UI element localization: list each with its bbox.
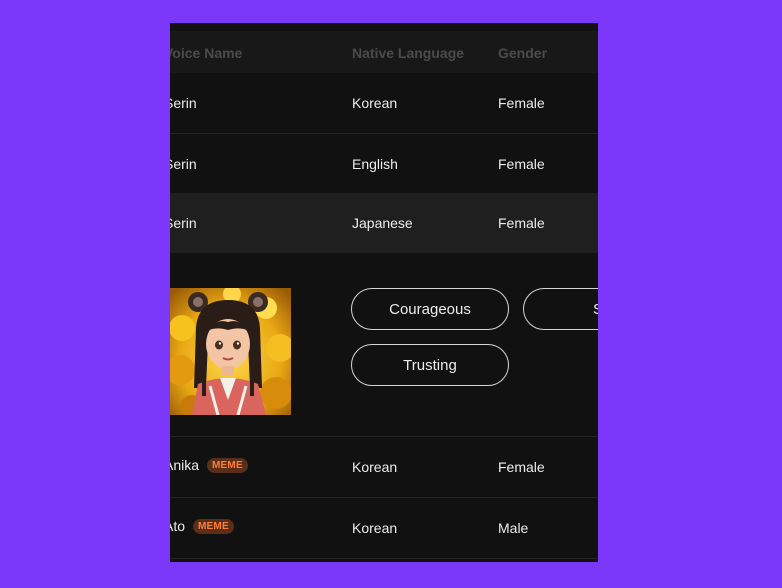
trait-tag-trusting[interactable]: Trusting: [351, 344, 509, 386]
voice-name: Ato: [170, 518, 186, 534]
table-row[interactable]: Serin English Female: [170, 134, 598, 194]
column-header-native-language[interactable]: Native Language: [352, 45, 464, 61]
column-header-voice-name[interactable]: Voice Name: [170, 45, 242, 61]
gender: Male: [498, 520, 529, 536]
trait-tag-label: S: [592, 300, 598, 318]
native-language: Korean: [352, 95, 398, 111]
meme-badge: MEME: [193, 519, 234, 534]
voice-name-cell: Anika MEME: [170, 457, 248, 473]
table-row[interactable]: Serin Korean Female: [170, 73, 598, 133]
gender: Female: [498, 95, 545, 111]
voice-name-cell: Ato MEME: [170, 518, 234, 534]
anime-girl-avatar-icon: [170, 288, 291, 415]
trait-tag-courageous[interactable]: Courageous: [351, 288, 509, 330]
voice-name: Serin: [170, 156, 197, 172]
column-header-gender[interactable]: Gender: [498, 45, 547, 61]
voice-name: Anika: [170, 457, 200, 473]
table-header: Voice Name Native Language Gender: [170, 31, 598, 73]
native-language: Japanese: [352, 215, 413, 231]
table-row[interactable]: Anika MEME Korean Female: [170, 437, 598, 497]
table-row[interactable]: Ato MEME Korean Male: [170, 498, 598, 558]
trait-tag-s[interactable]: S: [523, 288, 598, 330]
voice-table-panel: Voice Name Native Language Gender Serin …: [170, 23, 598, 562]
native-language: Korean: [352, 459, 398, 475]
voice-avatar-image: [170, 288, 291, 415]
voice-name: Serin: [170, 215, 197, 231]
gender: Female: [498, 215, 545, 231]
voice-name: Serin: [170, 95, 197, 111]
gender: Female: [498, 156, 545, 172]
table-row-selected[interactable]: Serin Japanese Female: [170, 193, 598, 253]
gender: Female: [498, 459, 545, 475]
meme-badge: MEME: [207, 458, 248, 473]
row-divider: [170, 558, 598, 559]
native-language: English: [352, 156, 398, 172]
native-language: Korean: [352, 520, 398, 536]
